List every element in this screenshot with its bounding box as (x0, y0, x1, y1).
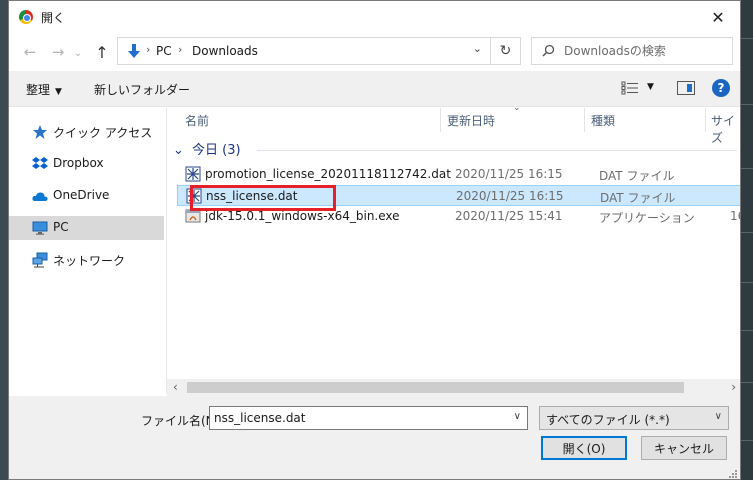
file-name: jdk-15.0.1_windows-x64_bin.exe (205, 209, 400, 223)
forward-button[interactable]: → (47, 41, 69, 63)
column-header-name[interactable]: 名前 (185, 108, 209, 132)
file-list: ⌄ 名前 更新日時 種類 サイズ ⌄ 今日 (3) promotion_lice… (167, 108, 740, 394)
open-file-dialog: 開く ✕ ← → ⌄ ↑ › PC › Downloads ⌄ ↻ 整 (8, 0, 741, 480)
chevron-down-icon: ∨ (714, 411, 722, 422)
up-button[interactable]: ↑ (91, 41, 113, 63)
address-bar[interactable]: › PC › Downloads ⌄ (117, 37, 491, 65)
dialog-footer: ファイル名(N): ∨ すべてのファイル (*.*) ∨ 開く(O) キャンセル (9, 396, 740, 479)
column-header-date[interactable]: 更新日時 (447, 108, 495, 132)
column-header-type[interactable]: 種類 (591, 108, 615, 132)
back-button[interactable]: ← (19, 41, 41, 63)
preview-pane-icon[interactable] (677, 81, 695, 95)
resize-grip-icon[interactable] (728, 469, 738, 479)
scroll-left-icon[interactable]: ‹ (173, 380, 178, 394)
title-bar: 開く ✕ (9, 1, 740, 33)
sidebar-item-quick-access[interactable]: クイック アクセス (9, 120, 164, 144)
address-dropdown-icon[interactable]: ⌄ (473, 42, 482, 55)
group-header-today[interactable]: ⌄ 今日 (3) (173, 139, 241, 159)
scroll-right-icon[interactable]: › (731, 380, 736, 394)
search-icon (542, 44, 555, 57)
background-window-edge (741, 0, 753, 480)
chrome-icon (19, 10, 33, 24)
caret-down-icon: ▼ (55, 87, 62, 97)
sidebar-item-label: ネットワーク (53, 254, 126, 268)
monitor-icon (32, 221, 48, 235)
cancel-button[interactable]: キャンセル (641, 436, 727, 460)
downloads-folder-icon (128, 44, 140, 58)
sidebar-item-onedrive[interactable]: OneDrive (9, 184, 164, 208)
column-divider[interactable] (440, 108, 441, 132)
file-type: DAT ファイル (599, 169, 675, 183)
sidebar-item-label: PC (53, 220, 69, 234)
search-box[interactable] (531, 37, 733, 65)
filename-input[interactable] (214, 410, 499, 426)
breadcrumb-pc[interactable]: PC (156, 44, 172, 58)
search-input[interactable] (564, 43, 724, 59)
sidebar-item-label: クイック アクセス (53, 126, 153, 140)
dropbox-icon (32, 157, 48, 169)
chevron-down-icon: ⌄ (173, 143, 184, 158)
file-type-filter-select[interactable]: すべてのファイル (*.*) ∨ (539, 406, 729, 430)
organize-label: 整理 (26, 83, 51, 97)
sidebar-item-label: OneDrive (53, 188, 110, 202)
file-size: 163,5 (730, 209, 740, 223)
view-options-icon[interactable] (621, 81, 639, 95)
horizontal-scrollbar[interactable]: ‹ › (167, 379, 740, 396)
scrollbar-thumb[interactable] (187, 382, 684, 393)
open-button[interactable]: 開く(O) (541, 436, 627, 460)
group-label: 今日 (3) (192, 143, 241, 158)
sidebar-item-dropbox[interactable]: Dropbox (9, 152, 164, 176)
column-header-size[interactable]: サイズ (711, 108, 740, 145)
close-button[interactable]: ✕ (696, 1, 740, 33)
sidebar-item-network[interactable]: ネットワーク (9, 248, 164, 272)
filename-combobox[interactable]: ∨ (209, 406, 528, 430)
file-type-filter-value: すべてのファイル (*.*) (546, 413, 670, 427)
annotation-highlight-box (190, 185, 336, 211)
view-caret-icon[interactable]: ▼ (647, 82, 654, 92)
table-row[interactable]: promotion_license_20201118112742.dat 202… (177, 164, 740, 185)
navigation-pane: クイック アクセス Dropbox OneDrive PC ネットワーク (9, 108, 167, 394)
breadcrumb-separator: › (178, 43, 183, 56)
file-date: 2020/11/25 15:41 (455, 209, 563, 223)
file-type: アプリケーション (599, 211, 695, 225)
network-icon (32, 252, 48, 268)
recent-locations-button[interactable]: ⌄ (71, 42, 85, 64)
file-date: 2020/11/25 16:15 (456, 189, 564, 203)
sidebar-item-pc[interactable]: PC (9, 216, 164, 240)
command-toolbar: 整理 ▼ 新しいフォルダー ▼ ? (9, 71, 740, 107)
refresh-button[interactable]: ↻ (491, 37, 521, 65)
column-divider[interactable] (705, 108, 706, 132)
chevron-down-icon[interactable]: ∨ (514, 411, 521, 422)
file-date: 2020/11/25 16:15 (455, 167, 563, 181)
new-folder-button[interactable]: 新しいフォルダー (94, 81, 190, 98)
sort-indicator-icon: ⌄ (513, 108, 521, 113)
window-title: 開く (41, 11, 66, 25)
breadcrumb-separator: › (146, 43, 151, 56)
file-name: promotion_license_20201118112742.dat (205, 167, 451, 181)
dat-file-icon (185, 166, 201, 182)
cloud-icon (32, 192, 48, 201)
file-type: DAT ファイル (600, 191, 676, 205)
navigation-bar: ← → ⌄ ↑ › PC › Downloads ⌄ ↻ (9, 33, 740, 71)
help-icon[interactable]: ? (712, 79, 730, 97)
column-divider[interactable] (584, 108, 585, 132)
breadcrumb-downloads[interactable]: Downloads (192, 44, 258, 58)
organize-menu[interactable]: 整理 ▼ (26, 81, 62, 98)
sidebar-item-label: Dropbox (53, 156, 104, 170)
star-icon (33, 125, 47, 139)
group-divider (257, 150, 737, 151)
